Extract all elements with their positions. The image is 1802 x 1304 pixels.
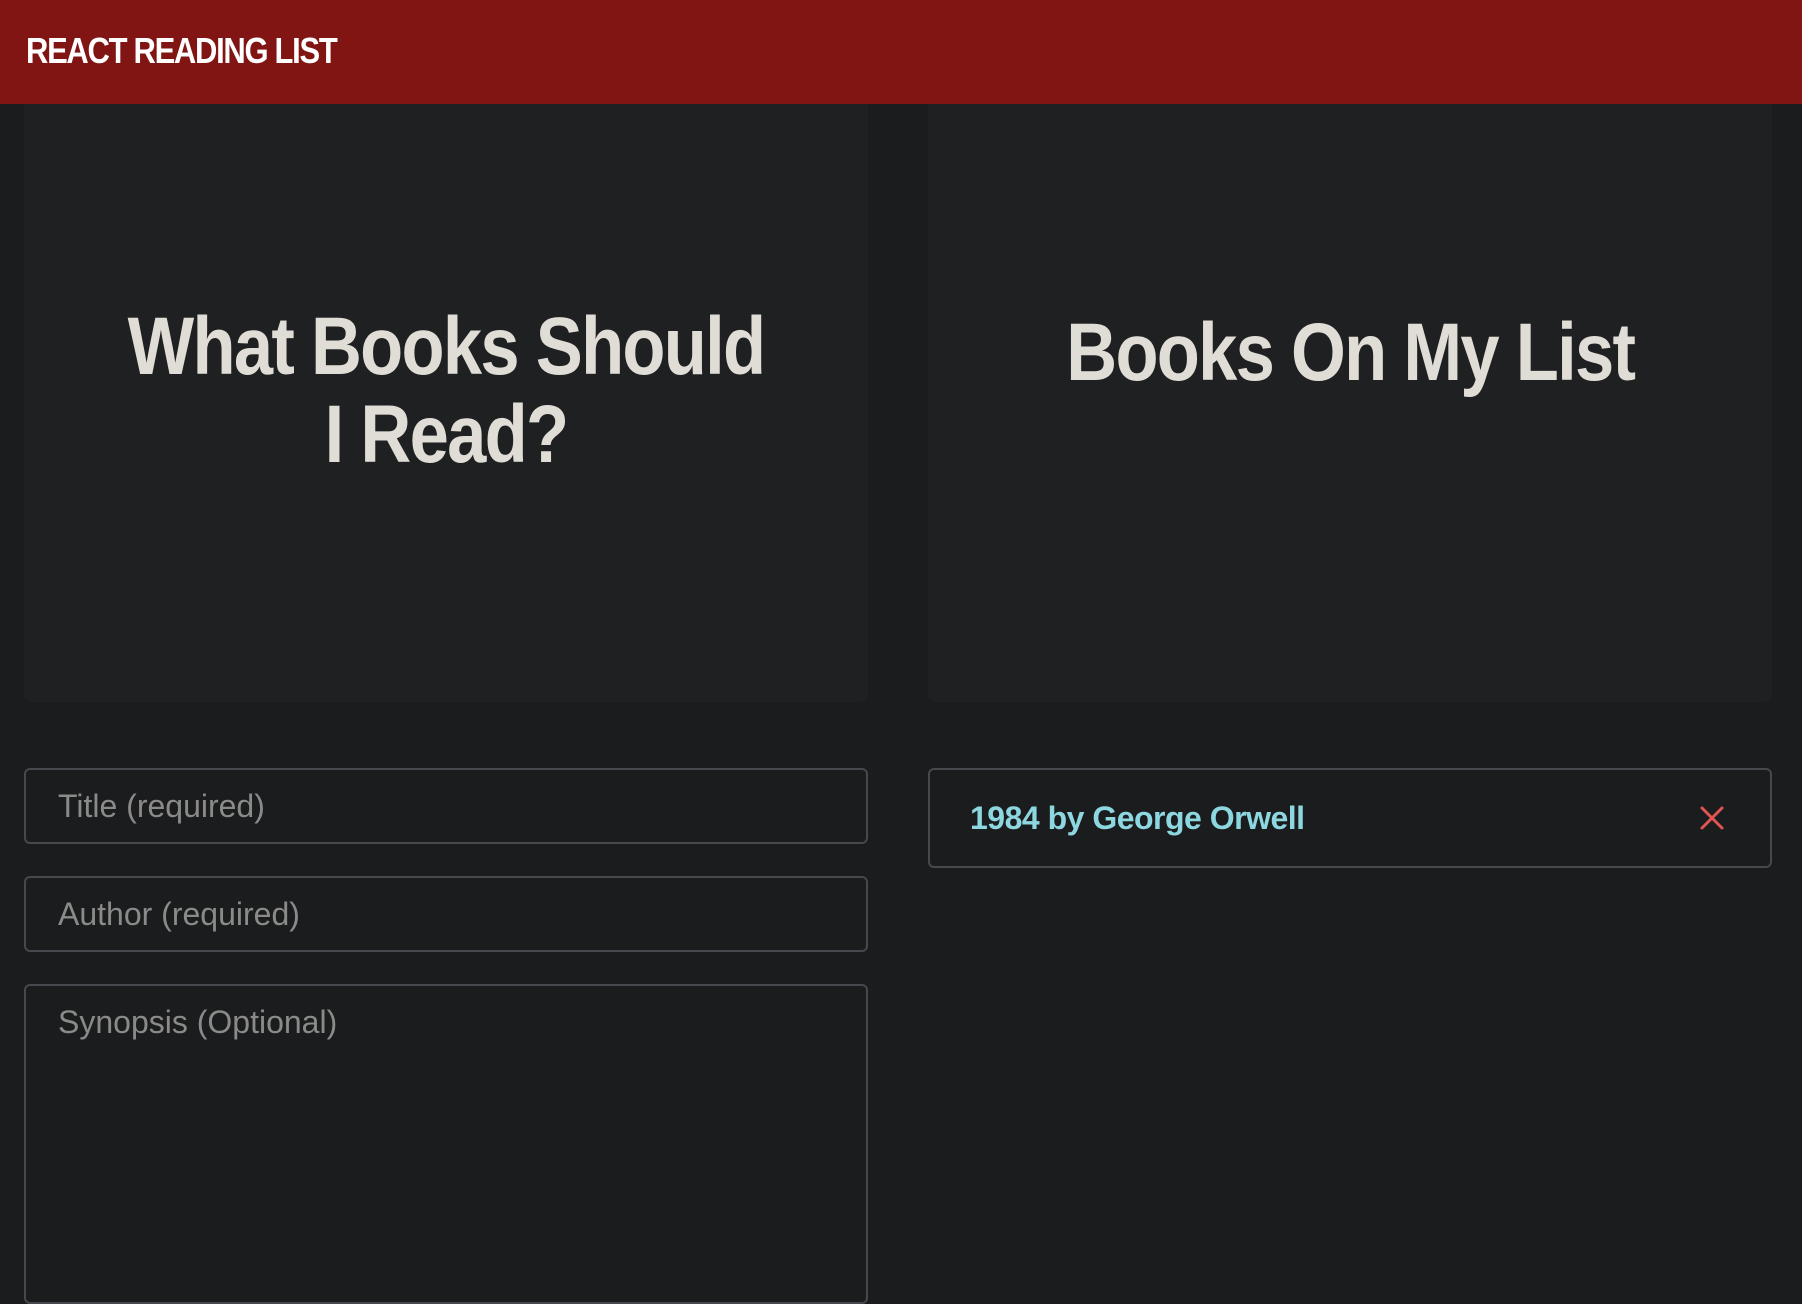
form-panel-heading: What Books Should I Read? <box>127 301 766 480</box>
title-input[interactable] <box>24 768 868 844</box>
navbar: REACT READING LIST <box>0 0 1802 104</box>
list-panel-header: Books On My List <box>928 104 1772 702</box>
author-input[interactable] <box>24 876 868 952</box>
app-brand[interactable]: REACT READING LIST <box>26 30 338 72</box>
list-panel-heading: Books On My List <box>1065 307 1636 398</box>
book-title-author[interactable]: 1984 by George Orwell <box>970 800 1305 837</box>
form-panel-header: What Books Should I Read? <box>24 104 868 702</box>
synopsis-textarea[interactable] <box>24 984 868 1304</box>
book-list-item[interactable]: 1984 by George Orwell <box>928 768 1772 868</box>
close-icon[interactable] <box>1694 800 1730 836</box>
